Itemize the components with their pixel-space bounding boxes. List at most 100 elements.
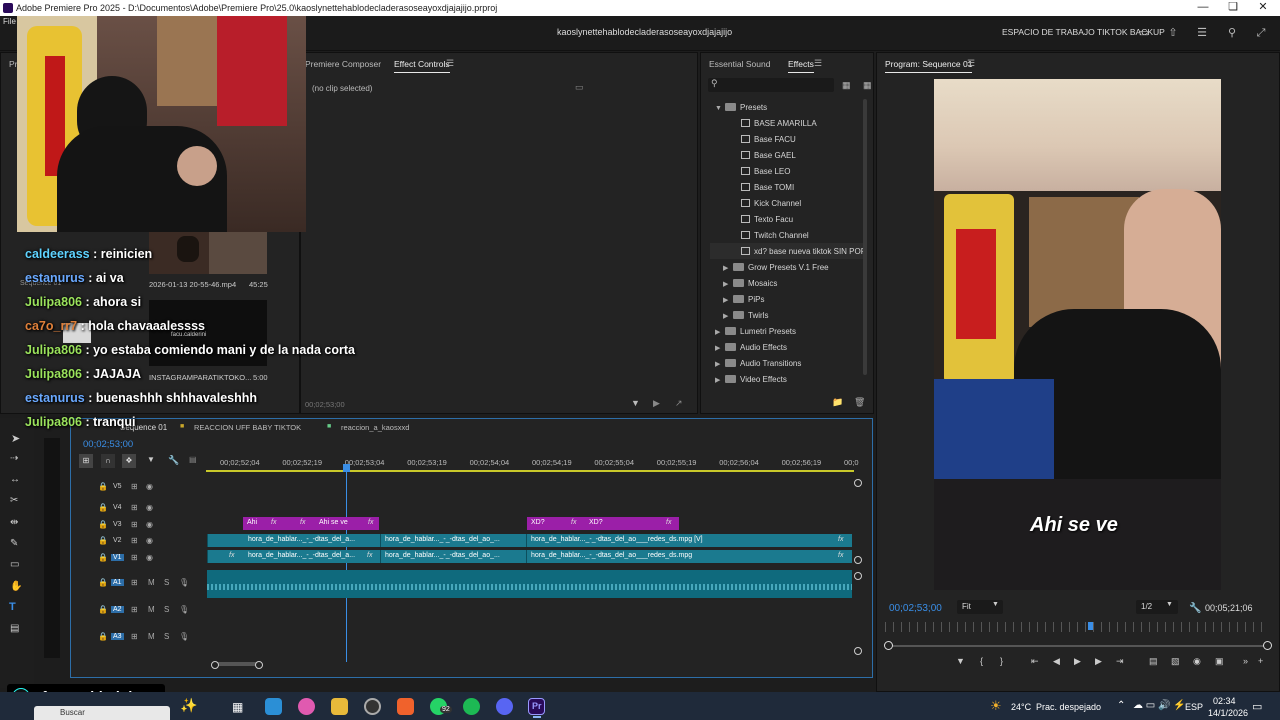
wrench-icon[interactable]: 🔧 <box>168 455 179 466</box>
chevron-right-icon[interactable]: ▶ <box>715 376 725 384</box>
add-button-icon[interactable]: + <box>1258 656 1263 666</box>
wrench-icon[interactable]: 🔧 <box>1189 603 1201 614</box>
eye-icon[interactable]: ◉ <box>146 536 153 545</box>
lock-icon[interactable]: 🔒 <box>98 482 108 491</box>
zoom-handle-left[interactable] <box>884 641 893 650</box>
effects-tree-item[interactable]: Base GAEL <box>731 151 796 160</box>
taskbar-search[interactable]: Buscar <box>34 706 170 720</box>
razor-icon[interactable]: ✂ <box>10 495 18 506</box>
slip-icon[interactable]: ⇹ <box>10 517 18 528</box>
effects-tree-item[interactable]: Base FACU <box>731 135 796 144</box>
more-icon[interactable]: » <box>1243 656 1248 666</box>
app-icon-pink[interactable] <box>298 698 315 715</box>
chevron-right-icon[interactable]: ▶ <box>723 296 733 304</box>
obs-icon[interactable] <box>364 698 381 715</box>
hscroll-handle-right[interactable] <box>255 661 263 669</box>
clip-v2-3[interactable]: hora_de_hablar..._-_-dtas_del_ao___redes… <box>526 534 852 547</box>
mic-icon[interactable]: 🎙 <box>179 578 189 587</box>
hamburger-icon[interactable]: ☰ <box>1194 25 1210 41</box>
go-to-in-icon[interactable]: ⇤ <box>1031 656 1039 667</box>
effects-tree-item[interactable]: ▶ Video Effects <box>715 375 787 384</box>
tray-icons[interactable]: ☁ ▭ 🔊 ⚡ <box>1133 700 1186 711</box>
fullscreen-icon[interactable]: ⤢ <box>1253 25 1269 41</box>
effects-tree-item[interactable]: xd? base nueva tiktok SIN POP <box>731 247 866 256</box>
clip-v2-2[interactable]: hora_de_hablar..._-_-dtas_del_ao_... <box>380 534 526 547</box>
lock-icon[interactable]: 🔒 <box>98 553 108 562</box>
solo-button[interactable]: S <box>164 632 169 641</box>
chevron-down-icon[interactable]: ▼ <box>715 105 725 112</box>
type-tool-icon[interactable]: T <box>9 601 16 613</box>
lock-icon[interactable]: 🔒 <box>98 605 108 614</box>
accelerated-effects-icon[interactable]: ▦ <box>842 80 851 91</box>
insert-icon[interactable]: ▤ <box>1149 656 1158 667</box>
hscroll-handle-left[interactable] <box>211 661 219 669</box>
store-icon[interactable] <box>265 698 282 715</box>
tab-reaccion-kaos[interactable]: reaccion_a_kaosxxd <box>341 423 409 432</box>
effects-tree-item[interactable]: ▶ Mosaics <box>723 279 777 288</box>
premiere-taskbar-icon[interactable]: Pr <box>528 698 545 715</box>
clip-v2-1[interactable]: hora_de_hablar..._-_-dtas_del_a... <box>207 534 380 547</box>
filter-icon[interactable]: ▼ <box>631 398 640 408</box>
brave-icon[interactable] <box>397 698 414 715</box>
mute-button[interactable]: M <box>148 605 155 614</box>
vscroll-handle[interactable] <box>854 647 862 655</box>
effects-tree-item[interactable]: Texto Facu <box>731 215 793 224</box>
mute-button[interactable]: M <box>148 578 155 587</box>
effects-tree-item[interactable]: Kick Channel <box>731 199 801 208</box>
play-only-icon[interactable]: ▶ <box>653 398 660 409</box>
menu-file[interactable]: File <box>3 17 16 26</box>
track-label[interactable]: V1 <box>111 554 124 561</box>
caption-tool-icon[interactable]: ▤ <box>10 623 19 634</box>
program-playhead[interactable] <box>1088 622 1093 630</box>
effects-tree-item[interactable]: ▶ Lumetri Presets <box>715 327 796 336</box>
zoom-handle-right[interactable] <box>1263 641 1272 650</box>
effects-search-input[interactable]: ⚲ <box>708 78 834 92</box>
track-label[interactable]: V2 <box>113 537 122 544</box>
mark-in-icon[interactable]: { <box>980 656 983 666</box>
clip-v1-2[interactable]: hora_de_hablar..._-_-dtas_del_ao_... <box>380 550 526 563</box>
track-label[interactable]: V5 <box>113 483 122 490</box>
work-area-bar[interactable] <box>206 470 854 472</box>
program-ruler[interactable] <box>885 622 1269 632</box>
bin-item-name[interactable]: INSTAGRAMPARATIKTOKO... <box>149 373 251 382</box>
tab-essential-sound[interactable]: Essential Sound <box>709 59 770 69</box>
timeline-hscroll[interactable] <box>214 662 261 666</box>
share-icon[interactable]: ⇧ <box>1165 25 1181 41</box>
chevron-right-icon[interactable]: ▶ <box>723 280 733 288</box>
bin-thumbnail-1[interactable] <box>149 232 267 274</box>
minimize-icon[interactable]: — <box>1188 0 1218 16</box>
search-icon[interactable]: ⚲ <box>1224 25 1240 41</box>
nest-icon[interactable]: ⊞ <box>79 454 93 468</box>
sync-lock-icon[interactable]: ⊞ <box>131 605 138 614</box>
spotify-icon[interactable] <box>463 698 480 715</box>
step-back-icon[interactable]: ◀ <box>1053 656 1060 667</box>
tab-premiere-composer[interactable]: Premiere Composer <box>305 59 381 69</box>
marker-icon[interactable]: ▼ <box>956 656 965 666</box>
clock-time[interactable]: 02:34 <box>1213 696 1236 706</box>
chevron-right-icon[interactable]: ▶ <box>715 360 725 368</box>
clip-a1-audio[interactable] <box>207 570 852 598</box>
effects-tree-item[interactable]: BASE AMARILLA <box>731 119 817 128</box>
effects-scrollbar[interactable] <box>863 99 867 375</box>
chevron-right-icon[interactable]: ▶ <box>715 328 725 336</box>
language-indicator[interactable]: ESP <box>1185 702 1203 712</box>
overwrite-icon[interactable]: ▧ <box>1171 656 1180 667</box>
solo-button[interactable]: S <box>164 605 169 614</box>
sync-lock-icon[interactable]: ⊞ <box>131 632 138 641</box>
lock-icon[interactable]: 🔒 <box>98 536 108 545</box>
eye-icon[interactable]: ◉ <box>146 553 153 562</box>
effects-tree-item[interactable]: Twitch Channel <box>731 231 809 240</box>
mic-icon[interactable]: 🎙 <box>179 632 189 641</box>
track-label[interactable]: V4 <box>113 504 122 511</box>
linked-selection-icon[interactable]: ❖ <box>122 454 136 468</box>
toggle-timeline-icon[interactable]: ▭ <box>575 82 584 93</box>
effects-tree-item[interactable]: ▶ Audio Transitions <box>715 359 801 368</box>
pen-icon[interactable]: ✎ <box>10 538 18 549</box>
notification-icon[interactable]: ▭ <box>1252 700 1262 713</box>
bin-item-name[interactable]: 2026-01-13 20-55-46.mp4 <box>149 280 236 289</box>
lock-icon[interactable]: 🔒 <box>98 503 108 512</box>
weather-desc[interactable]: Prac. despejado <box>1036 702 1101 712</box>
lock-icon[interactable]: 🔒 <box>98 578 108 587</box>
playhead-handle[interactable] <box>343 464 350 472</box>
lock-icon[interactable]: 🔒 <box>98 632 108 641</box>
